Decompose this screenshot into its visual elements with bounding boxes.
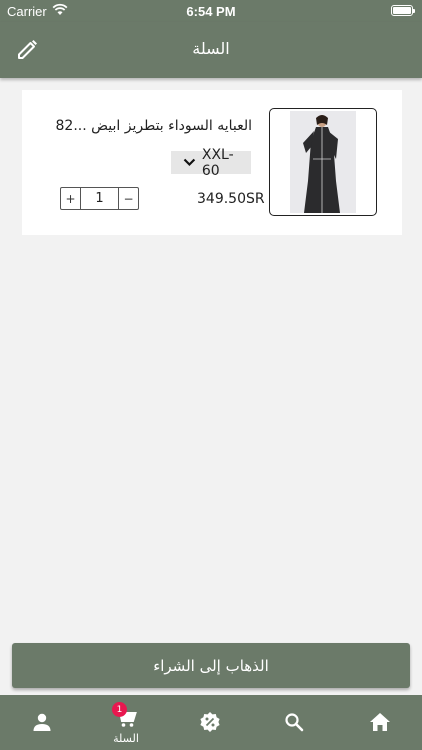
product-name[interactable]: العبايه السوداء بتطريز ابيض ...82 (42, 118, 252, 134)
chevron-down-icon (183, 158, 196, 167)
tab-search[interactable] (252, 695, 336, 750)
cart-badge: 1 (112, 702, 127, 717)
size-dropdown[interactable]: XXL-60 (171, 147, 251, 179)
page-title: السلة (192, 39, 230, 58)
person-icon (33, 713, 51, 731)
home-icon (370, 713, 390, 731)
size-value: XXL-60 (201, 146, 234, 179)
clock: 6:54 PM (186, 4, 236, 19)
quantity-stepper: + 1 − (60, 187, 139, 210)
quantity-value[interactable]: 1 (80, 188, 119, 209)
tab-cart-label: السلة (113, 732, 139, 745)
decrement-button[interactable]: − (119, 188, 138, 209)
tab-offers[interactable] (168, 695, 252, 750)
search-icon (285, 713, 304, 732)
discount-icon (200, 712, 220, 732)
tab-cart[interactable]: 1 السلة (84, 695, 168, 750)
cart-item: العبايه السوداء بتطريز ابيض ...82 XXL-60… (22, 90, 402, 235)
checkout-button[interactable]: الذهاب إلى الشراء (12, 643, 410, 688)
status-bar: Carrier 6:54 PM (0, 0, 422, 22)
tab-bar: 1 السلة (0, 695, 422, 750)
tab-profile[interactable] (0, 695, 84, 750)
product-image[interactable] (269, 108, 377, 216)
battery-icon (391, 5, 415, 16)
tab-home[interactable] (338, 695, 422, 750)
product-price: 349.50SR (197, 191, 265, 207)
header: السلة (0, 22, 422, 78)
increment-button[interactable]: + (61, 188, 80, 209)
